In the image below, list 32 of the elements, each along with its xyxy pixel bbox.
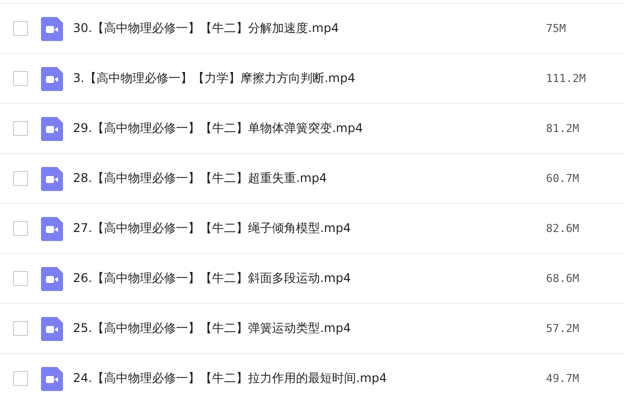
file-name[interactable]: 30.【高中物理必修一】【牛二】分解加速度.mp4 bbox=[73, 20, 546, 37]
file-name[interactable]: 3.【高中物理必修一】【力学】摩擦力方向判断.mp4 bbox=[73, 70, 546, 87]
checkbox[interactable] bbox=[13, 171, 28, 186]
file-size: 60.7M bbox=[546, 172, 580, 185]
checkbox[interactable] bbox=[13, 371, 28, 386]
checkbox[interactable] bbox=[13, 121, 28, 136]
video-file-icon bbox=[41, 166, 63, 190]
video-file-icon bbox=[41, 16, 63, 40]
video-file-icon bbox=[41, 66, 63, 90]
checkbox[interactable] bbox=[13, 221, 28, 236]
file-size: 75M bbox=[546, 22, 566, 35]
video-file-icon bbox=[41, 366, 63, 390]
checkbox[interactable] bbox=[13, 321, 28, 336]
video-file-icon bbox=[41, 316, 63, 340]
checkbox[interactable] bbox=[13, 21, 28, 36]
file-name[interactable]: 28.【高中物理必修一】【牛二】超重失重.mp4 bbox=[73, 170, 546, 187]
checkbox[interactable] bbox=[13, 271, 28, 286]
file-size: 49.7M bbox=[546, 372, 580, 385]
video-file-icon bbox=[41, 216, 63, 240]
file-size: 111.2M bbox=[546, 72, 586, 85]
file-name[interactable]: 25.【高中物理必修一】【牛二】弹簧运动类型.mp4 bbox=[73, 320, 546, 337]
video-file-icon bbox=[41, 116, 63, 140]
file-size: 82.6M bbox=[546, 222, 580, 235]
video-file-icon bbox=[41, 266, 63, 290]
file-name[interactable]: 24.【高中物理必修一】【牛二】拉力作用的最短时间.mp4 bbox=[73, 370, 546, 387]
file-name[interactable]: 26.【高中物理必修一】【牛二】斜面多段运动.mp4 bbox=[73, 270, 546, 287]
file-size: 57.2M bbox=[546, 322, 580, 335]
file-size: 81.2M bbox=[546, 122, 580, 135]
checkbox[interactable] bbox=[13, 71, 28, 86]
file-size: 68.6M bbox=[546, 272, 580, 285]
file-name[interactable]: 27.【高中物理必修一】【牛二】绳子倾角模型.mp4 bbox=[73, 220, 546, 237]
file-name[interactable]: 29.【高中物理必修一】【牛二】单物体弹簧突变.mp4 bbox=[73, 120, 546, 137]
